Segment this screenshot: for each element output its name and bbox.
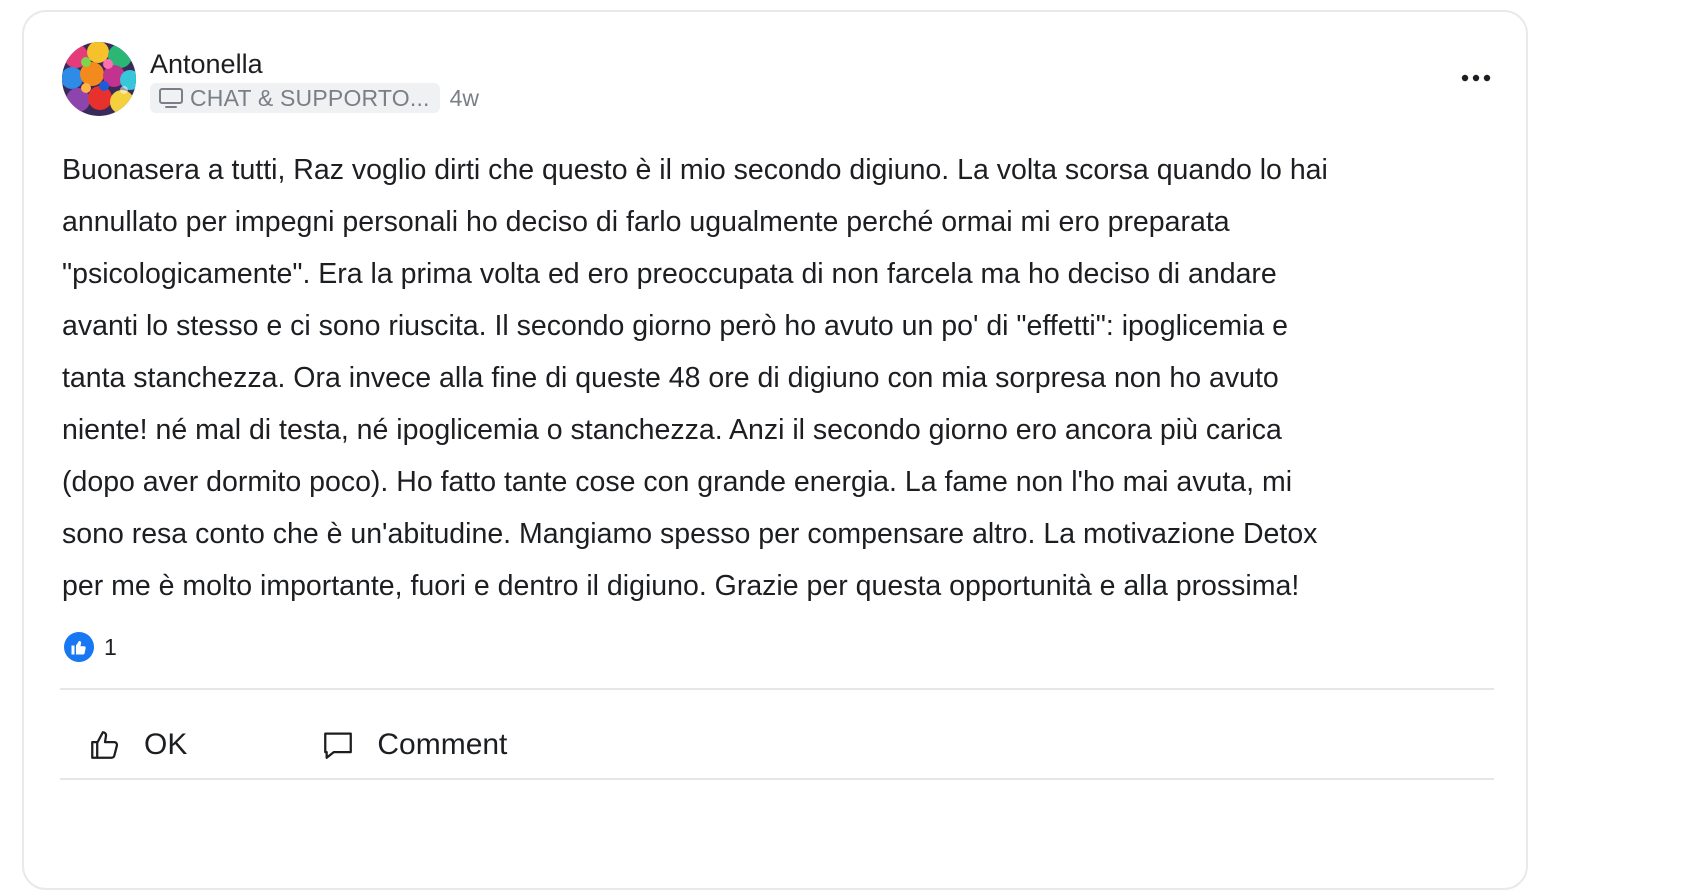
reaction-summary[interactable]: 1 [64, 632, 117, 662]
comment-bubble-icon [321, 728, 355, 762]
post-body: Buonasera a tutti, Raz voglio dirti che … [62, 154, 1328, 602]
post-meta: CHAT & SUPPORTO... 4w [150, 83, 479, 113]
comment-button[interactable]: Comment [291, 715, 535, 775]
thumbs-up-icon [64, 632, 94, 662]
post-card: Antonella CHAT & SUPPORTO... 4w Buonaser… [22, 10, 1528, 890]
comment-label: Comment [377, 728, 508, 761]
monitor-icon [158, 87, 184, 109]
like-button[interactable]: OK [60, 715, 215, 775]
more-horizontal-icon [1461, 74, 1491, 82]
post-timestamp[interactable]: 4w [450, 85, 479, 112]
group-label: CHAT & SUPPORTO... [190, 84, 430, 111]
divider [60, 778, 1494, 780]
divider [60, 688, 1494, 690]
thumbs-up-outline-icon [88, 728, 122, 762]
group-chip[interactable]: CHAT & SUPPORTO... [150, 83, 440, 113]
reaction-count: 1 [104, 633, 117, 660]
avatar[interactable] [62, 42, 136, 116]
avatar-image [62, 42, 136, 116]
author-name[interactable]: Antonella [150, 48, 263, 80]
like-label: OK [144, 728, 188, 761]
more-options-button[interactable] [1458, 68, 1494, 88]
action-bar: OK Comment [60, 702, 1494, 788]
